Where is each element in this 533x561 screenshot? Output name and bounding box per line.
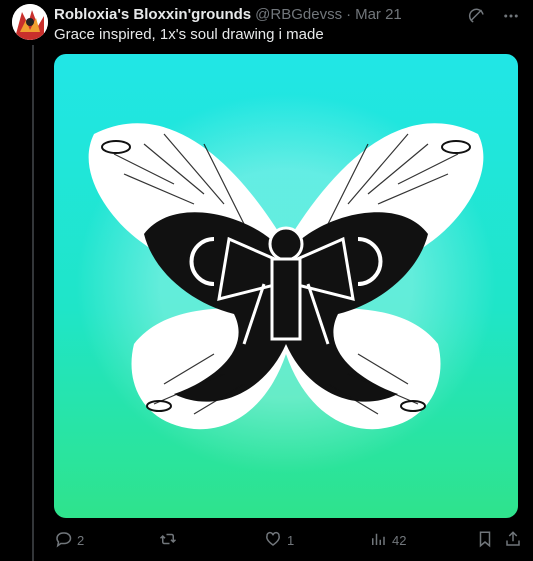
- thread-line: [32, 45, 34, 561]
- more-icon[interactable]: [501, 6, 521, 26]
- tweet-top-actions: [467, 6, 521, 26]
- reply-count: 2: [77, 532, 85, 548]
- author-name[interactable]: Robloxia's Bloxxin'grounds: [54, 5, 251, 25]
- tweet-date[interactable]: Mar 21: [355, 5, 402, 25]
- like-icon: [264, 530, 282, 551]
- bookmark-button[interactable]: [476, 530, 494, 551]
- views-button[interactable]: 42: [369, 530, 406, 551]
- share-button[interactable]: [504, 530, 522, 551]
- views-count: 42: [392, 532, 407, 548]
- share-icon: [504, 530, 522, 551]
- tweet-text: Grace inspired, 1x's soul drawing i made: [54, 26, 324, 43]
- separator-dot: ·: [346, 6, 352, 23]
- like-count: 1: [287, 532, 295, 548]
- reply-button[interactable]: 2: [54, 530, 84, 551]
- tweet-image[interactable]: [54, 54, 518, 518]
- bookmark-icon: [476, 530, 494, 551]
- like-button[interactable]: 1: [264, 530, 294, 551]
- grok-icon[interactable]: [467, 6, 487, 26]
- repost-icon: [159, 530, 177, 551]
- repost-button[interactable]: [159, 530, 182, 551]
- reply-icon: [54, 530, 72, 551]
- tweet-actions: 2 1 42: [54, 528, 524, 552]
- author-handle[interactable]: @RBGdevss: [255, 5, 342, 25]
- avatar[interactable]: [12, 4, 48, 40]
- tweet-header: Robloxia's Bloxxin'grounds @RBGdevss · M…: [54, 5, 473, 25]
- views-icon: [369, 530, 387, 551]
